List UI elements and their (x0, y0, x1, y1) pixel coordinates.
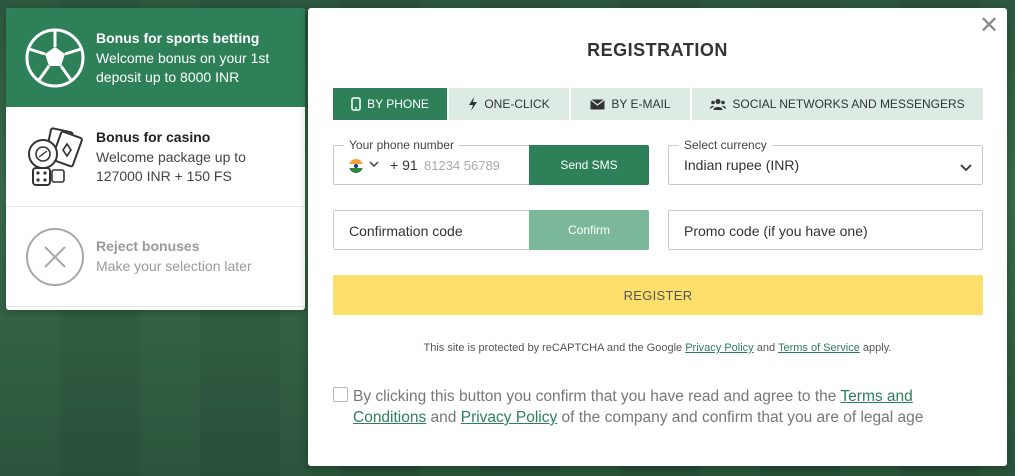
agreement-text-part: of the company and confirm that you are … (557, 409, 924, 426)
tab-by-email[interactable]: BY E-MAIL (571, 88, 692, 120)
currency-value: Indian rupee (INR) (684, 157, 800, 173)
confirmation-code-field: Confirm (333, 210, 649, 250)
agreement-text: By clicking this button you confirm that… (353, 386, 973, 428)
promo-code-input[interactable] (684, 220, 964, 242)
privacy-policy-link[interactable]: Privacy Policy (685, 342, 753, 354)
bonus-description: Welcome package up to 127000 INR + 150 F… (96, 148, 246, 184)
tab-by-phone[interactable]: BY PHONE (333, 88, 449, 120)
bonus-description: Make your selection later (96, 258, 252, 274)
tab-social-networks[interactable]: SOCIAL NETWORKS AND MESSENGERS (692, 88, 983, 120)
confirm-button[interactable]: Confirm (529, 210, 649, 250)
bonus-panel: Bonus for sports betting Welcome bonus o… (6, 8, 305, 310)
bonus-item-sports[interactable]: Bonus for sports betting Welcome bonus o… (6, 8, 305, 107)
phone-field-label: Your phone number (344, 138, 459, 152)
recaptcha-text: This site is protected by reCAPTCHA and … (423, 342, 686, 354)
recaptcha-text: apply. (859, 342, 892, 354)
envelope-icon (590, 98, 606, 109)
registration-modal: ✕ REGISTRATION BY PHONE ONE-CLICK BY E-M… (308, 8, 1007, 466)
confirmation-code-input[interactable] (349, 220, 519, 242)
close-icon[interactable]: ✕ (979, 13, 999, 37)
chevron-down-icon (960, 159, 972, 177)
promo-code-field (668, 210, 983, 250)
close-circle-icon (24, 226, 86, 288)
phone-icon (351, 97, 361, 111)
country-code: + 91 (390, 157, 418, 173)
bonus-title: Bonus for casino (96, 128, 211, 145)
currency-select[interactable]: Select currency Indian rupee (INR) (668, 138, 983, 185)
currency-field-label: Select currency (679, 138, 772, 152)
tab-label: BY PHONE (367, 97, 429, 111)
agreement-checkbox[interactable] (333, 387, 348, 402)
recaptcha-notice: This site is protected by reCAPTCHA and … (308, 342, 1007, 354)
people-icon (710, 99, 727, 110)
bonus-title: Bonus for sports betting (96, 29, 260, 46)
recaptcha-text: and (753, 342, 778, 354)
bonus-title: Reject bonuses (96, 238, 200, 254)
tab-label: BY E-MAIL (611, 97, 671, 111)
register-button[interactable]: REGISTER (333, 275, 983, 315)
bonus-item-reject[interactable]: Reject bonuses Make your selection later (6, 207, 305, 307)
send-sms-button[interactable]: Send SMS (529, 145, 649, 185)
privacy-policy-link[interactable]: Privacy Policy (461, 409, 557, 426)
soccer-ball-icon (24, 27, 86, 89)
registration-tabs: BY PHONE ONE-CLICK BY E-MAIL SOCIAL NETW… (333, 88, 983, 120)
tab-one-click[interactable]: ONE-CLICK (449, 88, 571, 120)
india-flag-icon[interactable] (349, 159, 363, 173)
modal-title: REGISTRATION (587, 40, 728, 60)
chevron-down-icon[interactable] (369, 157, 379, 171)
tab-label: SOCIAL NETWORKS AND MESSENGERS (732, 97, 965, 111)
phone-number-field: Your phone number + 91 Send SMS (333, 138, 649, 185)
lightning-icon (469, 97, 478, 111)
casino-chips-cards-dice-icon (24, 126, 86, 188)
phone-input[interactable] (424, 154, 524, 176)
bonus-item-casino[interactable]: Bonus for casino Welcome package up to 1… (6, 107, 305, 207)
agreement-text-part: and (426, 409, 461, 426)
terms-of-service-link[interactable]: Terms of Service (778, 342, 860, 354)
agreement-text-part: By clicking this button you confirm that… (353, 388, 841, 405)
bonus-description: Welcome bonus on your 1st deposit up to … (96, 49, 270, 85)
tab-label: ONE-CLICK (484, 97, 550, 111)
